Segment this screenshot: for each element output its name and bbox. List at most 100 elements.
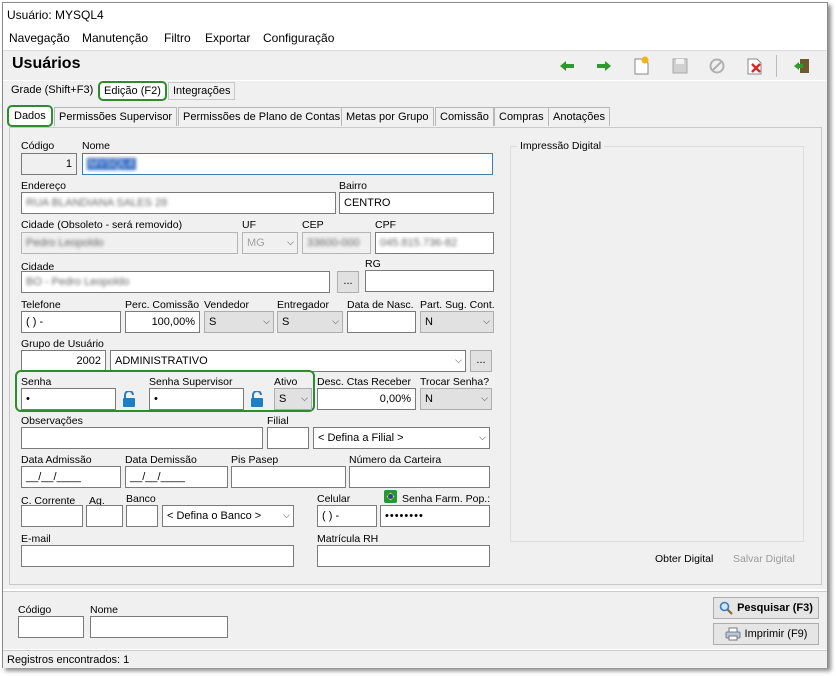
endereco-label: Endereço <box>21 180 66 192</box>
ag-field[interactable] <box>86 505 123 527</box>
grupo-usuario-select[interactable]: ADMINISTRATIVO ⌵ <box>110 350 466 372</box>
cidade-field[interactable]: BO - Pedro Leopoldo <box>21 271 330 293</box>
bairro-field[interactable]: CENTRO <box>339 192 494 214</box>
rg-field[interactable] <box>365 270 494 292</box>
vendedor-select[interactable]: S ⌵ <box>204 311 274 333</box>
tab-comissao[interactable]: Comissão <box>435 107 494 126</box>
codigo-field[interactable]: 1 <box>21 153 77 175</box>
grupo-usuario-code-field[interactable]: 2002 <box>21 350 106 372</box>
nome-field[interactable]: MYSQL4 <box>82 153 493 175</box>
cpf-label: CPF <box>375 219 396 231</box>
numero-carteira-field[interactable] <box>349 466 490 488</box>
search-icon <box>719 601 733 615</box>
data-nasc-field[interactable] <box>347 311 416 333</box>
banco-select[interactable]: < Defina o Banco > ⌵ <box>162 505 294 527</box>
chevron-down-icon: ⌵ <box>481 393 488 403</box>
application-window: Usuário: MYSQL4 Navegação Manutenção Fil… <box>2 2 828 668</box>
cpf-field[interactable]: 045.815.736-82 <box>375 232 494 254</box>
search-nome-field[interactable] <box>90 616 228 638</box>
senha-label: Senha <box>21 376 52 388</box>
menu-configuracao[interactable]: Configuração <box>263 31 334 45</box>
senha-farm-pop-field[interactable]: •••••••• <box>380 505 490 527</box>
filial-field[interactable] <box>267 427 309 449</box>
filial-select[interactable]: < Defina a Filial > ⌵ <box>313 427 490 449</box>
tab-integracoes[interactable]: Integrações <box>168 82 236 100</box>
part-sug-cont-select[interactable]: N ⌵ <box>420 311 494 333</box>
senha-field[interactable]: • <box>21 388 116 410</box>
arrow-right-icon[interactable] <box>591 55 617 77</box>
pesquisar-button[interactable]: Pesquisar (F3) <box>713 597 819 619</box>
data-admissao-label: Data Admissão <box>21 454 92 466</box>
tab-anotacoes[interactable]: Anotações <box>548 107 610 126</box>
tab-metas-por-grupo[interactable]: Metas por Grupo <box>341 107 434 126</box>
pis-pasep-field[interactable] <box>231 466 346 488</box>
lock-icon[interactable] <box>122 390 136 407</box>
numero-carteira-label: Número da Carteira <box>349 454 442 466</box>
menu-bar: Navegação Manutenção Filtro Exportar Con… <box>3 30 827 48</box>
chevron-down-icon: ⌵ <box>332 316 339 326</box>
menu-navegacao[interactable]: Navegação <box>9 31 70 45</box>
cidade-obsoleto-label: Cidade (Obsoleto - será removido) <box>21 219 183 231</box>
trocar-senha-label: Trocar Senha? <box>420 376 490 388</box>
endereco-field[interactable]: RUA BLANDIANA SALES 28 <box>21 192 336 214</box>
tab-compras[interactable]: Compras <box>494 107 549 126</box>
cidade-lookup-button[interactable]: ... <box>337 271 359 293</box>
observacoes-label: Observações <box>21 415 83 427</box>
menu-manutencao[interactable]: Manutenção <box>82 31 148 45</box>
salvar-digital-button[interactable]: Salvar Digital <box>733 553 795 565</box>
email-label: E-mail <box>21 533 51 545</box>
data-nasc-label: Data de Nasc. <box>347 299 414 311</box>
desc-ctas-receber-field[interactable]: 0,00% <box>317 388 416 410</box>
edit-area: Dados Permissões Supervisor Permissões d… <box>3 101 827 589</box>
obter-digital-button[interactable]: Obter Digital <box>655 553 713 565</box>
banco-label: Banco <box>126 493 156 505</box>
cep-label: CEP <box>302 219 324 231</box>
save-icon[interactable] <box>667 55 693 77</box>
exit-icon[interactable] <box>789 55 815 77</box>
imprimir-button[interactable]: Imprimir (F9) <box>713 623 819 645</box>
chevron-down-icon: ⌵ <box>479 432 486 442</box>
celular-label: Celular <box>317 493 351 505</box>
tab-edicao[interactable]: Edição (F2) <box>98 81 167 101</box>
search-codigo-label: Código <box>18 604 52 616</box>
tab-grade[interactable]: Grade (Shift+F3) <box>7 82 97 100</box>
entregador-label: Entregador <box>277 299 329 311</box>
cancel-icon[interactable] <box>704 55 730 77</box>
celular-field[interactable]: ( ) - <box>317 505 377 527</box>
tab-permissoes-supervisor[interactable]: Permissões Supervisor <box>54 107 178 126</box>
menu-filtro[interactable]: Filtro <box>164 31 191 45</box>
part-sug-cont-label: Part. Sug. Cont. <box>420 299 495 311</box>
telefone-field[interactable]: ( ) - <box>21 311 121 333</box>
lock-icon[interactable] <box>250 390 264 407</box>
data-admissao-field[interactable]: __/__/____ <box>21 466 121 488</box>
c-corrente-field[interactable] <box>21 505 83 527</box>
data-demissao-label: Data Demissão <box>125 454 197 466</box>
perc-comissao-field[interactable]: 100,00% <box>125 311 200 333</box>
search-area: Código Nome Pesquisar (F3) Imprimir (F9) <box>3 591 827 649</box>
banco-field[interactable] <box>126 505 158 527</box>
window-title: Usuário: MYSQL4 <box>7 8 104 22</box>
brazil-flag-icon <box>384 490 397 503</box>
new-record-icon[interactable] <box>629 55 655 77</box>
observacoes-field[interactable] <box>21 427 263 449</box>
uf-select: MG ⌵ <box>242 232 298 254</box>
senha-supervisor-field[interactable]: • <box>149 388 244 410</box>
chevron-down-icon: ⌵ <box>301 393 308 403</box>
senha-farm-pop-label: Senha Farm. Pop.: <box>402 493 491 505</box>
email-field[interactable] <box>21 545 294 567</box>
dados-panel: Código 1 Nome MYSQL4 Endereço RUA BLANDI… <box>9 127 822 585</box>
pesquisar-label: Pesquisar (F3) <box>737 602 813 614</box>
arrow-left-icon[interactable] <box>554 55 580 77</box>
delete-icon[interactable] <box>742 55 768 77</box>
ativo-select[interactable]: S ⌵ <box>274 388 312 410</box>
cep-field: 33600-000 <box>302 232 371 254</box>
entregador-select[interactable]: S ⌵ <box>277 311 343 333</box>
menu-exportar[interactable]: Exportar <box>205 31 250 45</box>
tab-dados[interactable]: Dados <box>7 105 53 127</box>
data-demissao-field[interactable]: __/__/____ <box>125 466 228 488</box>
grupo-lookup-button[interactable]: ... <box>470 350 492 372</box>
trocar-senha-select[interactable]: N ⌵ <box>420 388 492 410</box>
matricula-rh-field[interactable] <box>317 545 490 567</box>
tab-permissoes-plano-contas[interactable]: Permissões de Plano de Contas <box>178 107 346 126</box>
search-codigo-field[interactable] <box>18 616 84 638</box>
